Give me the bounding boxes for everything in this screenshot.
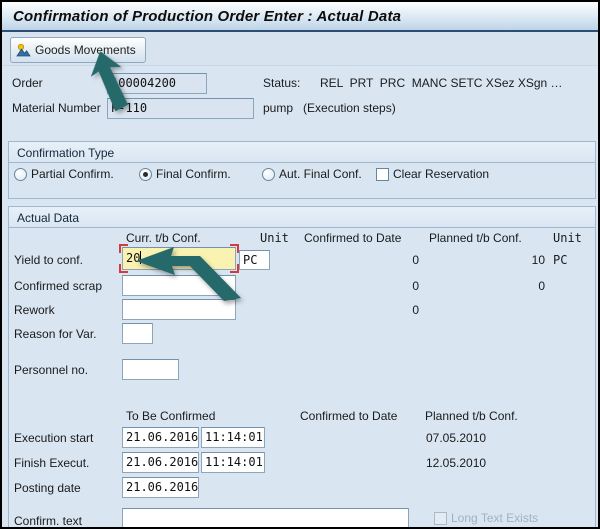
goods-movements-button[interactable]: Goods Movements <box>10 37 146 63</box>
execution-start-label: Execution start <box>14 431 93 445</box>
yield-confirmed-value: 0 <box>332 253 419 267</box>
personnel-input[interactable] <box>122 359 179 380</box>
radio-partial-confirm[interactable]: Partial Confirm. <box>14 167 114 181</box>
status-label: Status: <box>263 76 300 90</box>
radio-final-confirm-label: Final Confirm. <box>156 167 231 181</box>
confirm-text-input[interactable] <box>122 508 409 529</box>
scrap-confirmed-value: 0 <box>332 279 419 293</box>
radio-aut-final-conf[interactable]: Aut. Final Conf. <box>262 167 362 181</box>
clear-reservation-checkbox[interactable]: Clear Reservation <box>376 167 489 181</box>
col-unit-2: Unit <box>553 231 582 245</box>
posting-date-input[interactable]: 21.06.2016 <box>122 477 199 498</box>
finish-execution-label: Finish Execut. <box>14 456 89 470</box>
long-text-exists-checkbox: Long Text Exists <box>434 511 538 525</box>
material-label: Material Number <box>12 101 101 115</box>
yield-planned-unit: PC <box>553 253 567 267</box>
execution-start-planned: 07.05.2010 <box>426 431 486 445</box>
material-description: pump (Execution steps) <box>263 101 396 115</box>
posting-date-label: Posting date <box>14 481 81 495</box>
rework-label: Rework <box>14 303 55 317</box>
page-title: Confirmation of Production Order Enter :… <box>13 8 401 25</box>
checkbox-icon <box>434 512 447 525</box>
finish-execution-planned: 12.05.2010 <box>426 456 486 470</box>
reason-input[interactable] <box>122 323 153 344</box>
title-bar: Confirmation of Production Order Enter :… <box>2 2 598 32</box>
goods-movements-icon <box>16 43 31 58</box>
personnel-label: Personnel no. <box>14 363 88 377</box>
execution-start-date-input[interactable]: 21.06.2016 <box>122 427 199 448</box>
execution-start-time-input[interactable]: 11:14:01 <box>201 427 265 448</box>
actual-data-title: Actual Data <box>9 207 595 228</box>
reason-label: Reason for Var. <box>14 327 97 341</box>
confirm-text-label: Confirm. text <box>14 514 82 528</box>
yield-label: Yield to conf. <box>14 253 83 267</box>
finish-execution-date-input[interactable]: 21.06.2016 <box>122 452 199 473</box>
col-unit-1: Unit <box>260 231 289 245</box>
rework-confirmed-value: 0 <box>332 303 419 317</box>
order-label: Order <box>12 76 43 90</box>
confirmation-type-title: Confirmation Type <box>9 142 595 163</box>
finish-execution-time-input[interactable]: 11:14:01 <box>201 452 265 473</box>
col-confirmed-to-date: Confirmed to Date <box>304 231 401 245</box>
col-planned-tb-conf-2: Planned t/b Conf. <box>425 409 518 423</box>
radio-partial-confirm-label: Partial Confirm. <box>31 167 114 181</box>
radio-icon <box>14 168 27 181</box>
radio-aut-final-conf-label: Aut. Final Conf. <box>279 167 362 181</box>
yield-planned-value: 10 <box>458 253 545 267</box>
long-text-exists-label: Long Text Exists <box>451 511 538 525</box>
sap-window: Confirmation of Production Order Enter :… <box>0 0 600 529</box>
scrap-label: Confirmed scrap <box>14 279 102 293</box>
col-confirmed-to-date-2: Confirmed to Date <box>300 409 397 423</box>
status-value: REL PRT PRC MANC SETC XSez XSgn … <box>320 76 563 90</box>
annotation-arrow-yield-field <box>136 246 266 304</box>
checkbox-icon <box>376 168 389 181</box>
radio-icon <box>262 168 275 181</box>
clear-reservation-label: Clear Reservation <box>393 167 489 181</box>
radio-final-confirm[interactable]: Final Confirm. <box>139 167 231 181</box>
col-curr-tb-conf: Curr. t/b Conf. <box>126 231 201 245</box>
col-to-be-confirmed: To Be Confirmed <box>126 409 215 423</box>
scrap-planned-value: 0 <box>458 279 545 293</box>
col-planned-tb-conf: Planned t/b Conf. <box>429 231 522 245</box>
radio-selected-icon <box>139 168 152 181</box>
